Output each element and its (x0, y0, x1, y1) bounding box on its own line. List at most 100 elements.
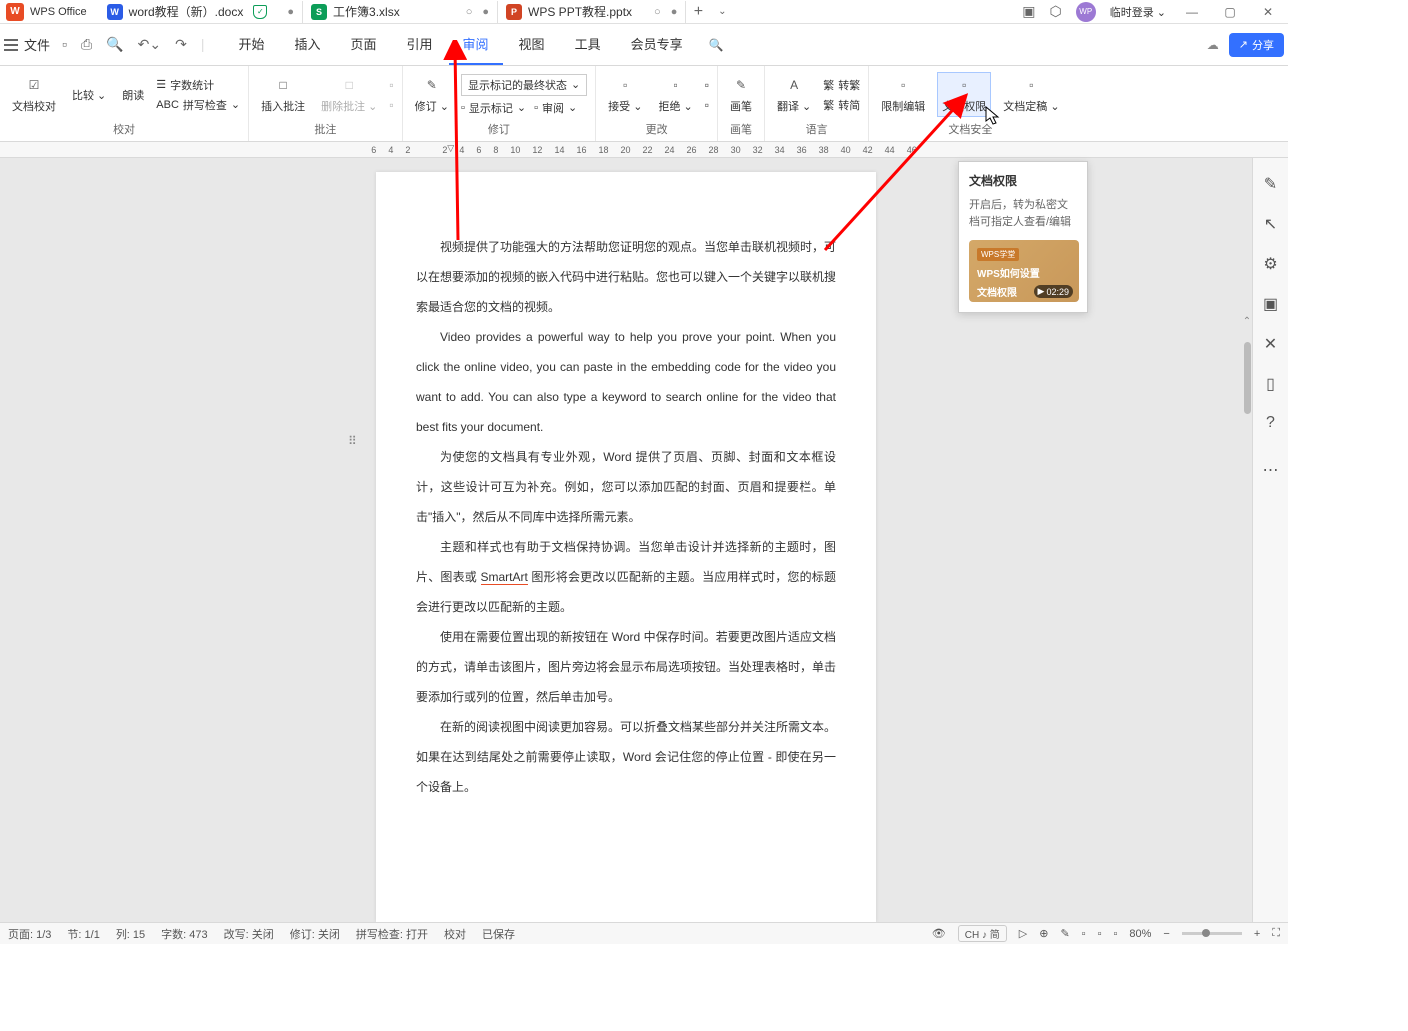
zoom-out-button[interactable]: − (1163, 928, 1169, 940)
drag-handle-icon[interactable]: ⠿ (348, 434, 357, 448)
minimize-button[interactable]: — (1180, 5, 1204, 19)
eye-icon[interactable]: 👁 (932, 927, 946, 940)
paragraph[interactable]: 主题和样式也有助于文档保持协调。当您单击设计并选择新的主题时，图片、图表或 Sm… (416, 532, 836, 622)
compare-docs-button[interactable]: 比较 ⌄ (68, 85, 110, 105)
status-revision[interactable]: 修订: 关闭 (290, 926, 340, 942)
review-pane-button[interactable]: ▫ 审阅 ⌄ (534, 100, 577, 116)
group-proofing: 校对 (8, 119, 240, 137)
tab-close[interactable]: ● (287, 6, 294, 18)
globe-icon[interactable]: ⊕ (1039, 927, 1048, 940)
vertical-scrollbar[interactable]: ⌃ (1242, 316, 1252, 1016)
tab-ppt[interactable]: P WPS PPT教程.pptx ○ ● (498, 1, 686, 23)
prev-change-icon[interactable]: ▫ (705, 78, 709, 92)
app-logo: W (6, 3, 24, 21)
next-comment-icon[interactable]: ▫ (389, 98, 393, 112)
fullscreen-icon[interactable]: ⛶ (1272, 927, 1280, 940)
more-icon[interactable]: ⋯ (1263, 460, 1279, 480)
divider: | (201, 36, 205, 53)
tab-dropdown[interactable]: ⌄ (710, 6, 734, 17)
status-page[interactable]: 页面: 1/3 (8, 926, 51, 942)
lock-icon[interactable]: ✎ (1060, 927, 1069, 940)
delete-comment-button[interactable]: □ 删除批注 ⌄ (317, 73, 381, 116)
tab-close[interactable]: ● (482, 6, 489, 18)
status-overwrite[interactable]: 改写: 关闭 (224, 926, 274, 942)
cloud-icon[interactable]: ☁ (1207, 38, 1219, 52)
hamburger-icon[interactable] (4, 39, 18, 51)
tab-view[interactable]: 视图 (505, 24, 559, 65)
help-icon[interactable]: ? (1266, 414, 1275, 432)
tab-insert[interactable]: 插入 (280, 24, 334, 65)
maximize-button[interactable]: ▢ (1218, 5, 1242, 19)
wordcount-button[interactable]: ☰ 字数统计 (156, 77, 240, 93)
tab-page[interactable]: 页面 (337, 24, 391, 65)
layout-icon[interactable]: ▣ (1022, 3, 1035, 20)
pencil-icon[interactable]: ✎ (1264, 174, 1277, 194)
tab-close[interactable]: ○ (466, 6, 473, 18)
tab-tool[interactable]: 工具 (561, 24, 615, 65)
zoom-in-button[interactable]: + (1254, 928, 1260, 940)
cursor-icon[interactable]: ↖ (1264, 214, 1277, 234)
ime-indicator[interactable]: CH ♪ 简 (958, 925, 1007, 942)
close-button[interactable]: ✕ (1256, 5, 1280, 19)
avatar[interactable]: WP (1076, 2, 1096, 22)
tab-start[interactable]: 开始 (224, 24, 278, 65)
scrollbar-thumb[interactable] (1244, 342, 1251, 414)
tab-close[interactable]: ○ (654, 6, 661, 18)
tab-excel[interactable]: S 工作簿3.xlsx ○ ● (303, 1, 498, 23)
read-button[interactable]: 朗读 (118, 85, 148, 105)
settings-icon[interactable]: ⚙ (1263, 254, 1277, 274)
status-section[interactable]: 节: 1/1 (67, 926, 99, 942)
pen-button[interactable]: ✎ 画笔 (726, 73, 756, 116)
scroll-up-icon[interactable]: ⌃ (1242, 316, 1252, 328)
next-change-icon[interactable]: ▫ (705, 98, 709, 112)
bookmark-icon[interactable]: ▯ (1266, 374, 1275, 394)
paragraph[interactable]: 使用在需要位置出现的新按钮在 Word 中保存时间。若要更改图片适应文档的方式，… (416, 622, 836, 712)
document-page[interactable]: ⠿ 视频提供了功能强大的方法帮助您证明您的观点。当您单击联机视频时，可以在想要添… (376, 172, 876, 922)
paragraph[interactable]: 视频提供了功能强大的方法帮助您证明您的观点。当您单击联机视频时，可以在想要添加的… (416, 232, 836, 322)
undo-icon[interactable]: ↶⌄ (138, 36, 161, 53)
paragraph[interactable]: 为使您的文档具有专业外观，Word 提供了页眉、页脚、封面和文本框设计，这些设计… (416, 442, 836, 532)
status-words[interactable]: 字数: 473 (161, 926, 207, 942)
paragraph[interactable]: 在新的阅读视图中阅读更加容易。可以折叠文档某些部分并关注所需文本。如果在达到结尾… (416, 712, 836, 802)
reject-button[interactable]: ▫ 拒绝 ⌄ (654, 73, 696, 116)
print-icon[interactable]: ⎙ (81, 36, 92, 53)
insert-comment-button[interactable]: □ 插入批注 (257, 73, 309, 116)
status-col[interactable]: 列: 15 (116, 926, 145, 942)
login-text[interactable]: 临时登录 ⌄ (1110, 4, 1166, 20)
gallery-icon[interactable]: ▣ (1263, 294, 1278, 314)
play-icon[interactable]: ▷ (1019, 927, 1027, 940)
save-icon[interactable]: ▫ (62, 36, 67, 53)
zoom-level[interactable]: 80% (1129, 928, 1151, 940)
preview-icon[interactable]: 🔍 (106, 36, 123, 53)
redo-icon[interactable]: ↷ (175, 36, 187, 53)
thumb-badge: WPS学堂 (977, 248, 1019, 261)
cube-icon[interactable]: ⬡ (1049, 3, 1061, 20)
compare-button[interactable]: ☑ 文档校对 (8, 73, 60, 116)
tab-close[interactable]: ● (671, 6, 678, 18)
display-mode-dropdown[interactable]: 显示标记的最终状态⌄ (461, 74, 587, 96)
tools-icon[interactable]: ✕ (1264, 334, 1277, 354)
file-menu[interactable]: 文件 (24, 35, 50, 54)
spellcheck-button[interactable]: ABC 拼写检查 ⌄ (156, 97, 240, 113)
finalize-button[interactable]: ▫ 文档定稿 ⌄ (999, 73, 1063, 116)
prev-comment-icon[interactable]: ▫ (389, 78, 393, 92)
accept-button[interactable]: ▫ 接受 ⌄ (604, 73, 646, 116)
translate-button[interactable]: A 翻译 ⌄ (773, 73, 815, 116)
view-web-icon[interactable]: ▫ (1113, 928, 1117, 940)
share-button[interactable]: ↗ 分享 (1229, 33, 1284, 57)
tooltip-video-thumbnail[interactable]: WPS学堂 WPS如何设置 文档权限 ▶ 02:29 (969, 240, 1079, 302)
tab-vip[interactable]: 会员专享 (617, 24, 697, 65)
tab-word[interactable]: W word教程（新）.docx ✓ ● (99, 1, 303, 23)
tooltip-description: 开启后，转为私密文档可指定人查看/编辑 (969, 197, 1077, 230)
finalize-icon: ▫ (1021, 75, 1041, 95)
paragraph[interactable]: Video provides a powerful way to help yo… (416, 322, 836, 442)
view-page-icon[interactable]: ▫ (1082, 928, 1086, 940)
new-tab-button[interactable]: + (686, 3, 710, 21)
show-markup-button[interactable]: ▫ 显示标记 ⌄ (461, 100, 526, 116)
status-spell[interactable]: 拼写检查: 打开 (356, 926, 428, 942)
horizontal-ruler[interactable]: ▽ 642 2468101214161820222426283032343638… (0, 142, 1288, 158)
status-proof[interactable]: 校对 (444, 926, 466, 942)
view-outline-icon[interactable]: ▫ (1098, 928, 1102, 940)
search-icon[interactable]: 🔍 (709, 38, 724, 52)
zoom-slider[interactable] (1182, 932, 1242, 935)
